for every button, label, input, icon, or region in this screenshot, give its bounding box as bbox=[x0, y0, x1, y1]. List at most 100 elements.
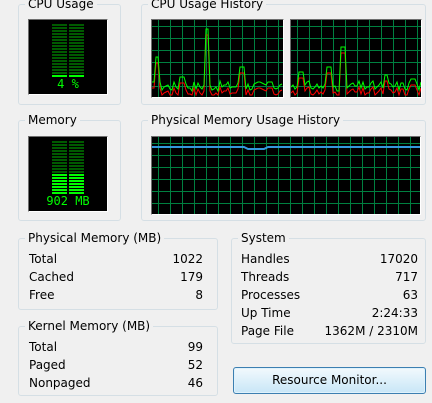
cpu-meter-segment bbox=[69, 48, 84, 50]
memory-meter-segment bbox=[52, 186, 67, 188]
cpu-meter-segment bbox=[52, 51, 67, 53]
memory-meter-segment bbox=[52, 165, 67, 167]
cpu-usage-group: CPU Usage 4 % bbox=[18, 0, 121, 105]
cpu-meter-segment bbox=[69, 63, 84, 65]
cpu-meter-segment bbox=[69, 30, 84, 32]
cpu-meter-segment bbox=[69, 72, 84, 74]
memory-meter-segment bbox=[52, 168, 67, 170]
cpu-meter-segment bbox=[52, 30, 67, 32]
memory-meter-segment bbox=[52, 171, 67, 173]
cpu-meter-segment bbox=[52, 33, 67, 35]
system-pagefile-row: Page File 1362M / 2310M bbox=[241, 322, 418, 340]
cpu-meter-segment bbox=[69, 42, 84, 44]
memory-meter-segment bbox=[69, 171, 84, 173]
memory-meter-segment bbox=[52, 180, 67, 182]
cpu-meter-segment bbox=[69, 57, 84, 59]
cpu-meter-segment bbox=[52, 57, 67, 59]
cpu-meter-segment bbox=[69, 60, 84, 62]
memory-meter-segment bbox=[69, 180, 84, 182]
memory-meter-segment bbox=[52, 162, 67, 164]
cpu-meter-segment bbox=[52, 39, 67, 41]
cpu-meter-segment bbox=[69, 45, 84, 47]
cpu-history-group: CPU Usage History bbox=[141, 0, 426, 105]
physical-total-value: 1022 bbox=[172, 252, 203, 266]
system-threads-value: 717 bbox=[395, 270, 418, 284]
kernel-total-value: 99 bbox=[187, 340, 203, 354]
memory-meter-segment bbox=[69, 162, 84, 164]
graph-grid bbox=[152, 137, 420, 214]
resource-monitor-button[interactable]: Resource Monitor... bbox=[233, 367, 426, 394]
physical-cached-label: Cached bbox=[29, 270, 74, 284]
physical-total-row: Total 1022 bbox=[29, 250, 203, 268]
cpu-meter-segment bbox=[52, 54, 67, 56]
kernel-paged-row: Paged 52 bbox=[29, 356, 203, 374]
physical-free-label: Free bbox=[29, 288, 55, 302]
memory-meter-segment bbox=[69, 186, 84, 188]
system-threads-label: Threads bbox=[241, 270, 290, 284]
system-processes-label: Processes bbox=[241, 288, 301, 302]
memory-meter-segment bbox=[52, 144, 67, 146]
memory-meter: 902 MB bbox=[28, 136, 108, 212]
cpu-meter-segment bbox=[52, 42, 67, 44]
kernel-total-row: Total 99 bbox=[29, 338, 203, 356]
memory-usage-line bbox=[152, 146, 420, 150]
memory-meter-segment bbox=[52, 156, 67, 158]
system-threads-row: Threads 717 bbox=[241, 268, 418, 286]
memory-meter-segment bbox=[52, 147, 67, 149]
kernel-memory-title: Kernel Memory (MB) bbox=[25, 318, 154, 334]
cpu-meter-segment bbox=[69, 66, 84, 68]
memory-meter-segment bbox=[69, 168, 84, 170]
system-handles-row: Handles 17020 bbox=[241, 250, 418, 268]
cpu-usage-title: CPU Usage bbox=[25, 0, 97, 12]
kernel-nonpaged-row: Nonpaged 46 bbox=[29, 374, 203, 392]
physical-memory-title: Physical Memory (MB) bbox=[25, 230, 165, 246]
cpu-meter-segment bbox=[52, 66, 67, 68]
system-processes-value: 63 bbox=[402, 288, 418, 302]
memory-meter-segment bbox=[69, 177, 84, 179]
kernel-nonpaged-label: Nonpaged bbox=[29, 376, 91, 390]
memory-meter-segment bbox=[69, 174, 84, 176]
memory-meter-segment bbox=[69, 153, 84, 155]
physical-cached-value: 179 bbox=[180, 270, 203, 284]
cpu-meter-segment bbox=[69, 39, 84, 41]
memory-history-group: Physical Memory Usage History bbox=[141, 112, 426, 221]
memory-meter-segment bbox=[52, 174, 67, 176]
kernel-paged-label: Paged bbox=[29, 358, 66, 372]
system-pagefile-label: Page File bbox=[241, 324, 294, 338]
memory-meter-segment bbox=[52, 150, 67, 152]
kernel-paged-value: 52 bbox=[187, 358, 203, 372]
memory-meter-segment bbox=[52, 177, 67, 179]
system-uptime-row: Up Time 2:24:33 bbox=[241, 304, 418, 322]
cpu-meter-segment bbox=[52, 63, 67, 65]
system-processes-row: Processes 63 bbox=[241, 286, 418, 304]
physical-total-label: Total bbox=[29, 252, 58, 266]
cpu-meter-segment bbox=[69, 69, 84, 71]
cpu-meter-segment bbox=[69, 24, 84, 26]
memory-meter-segment bbox=[69, 159, 84, 161]
cpu-usage-line bbox=[291, 46, 421, 92]
memory-history-graph bbox=[151, 136, 421, 215]
cpu-meter-segment bbox=[69, 36, 84, 38]
system-pagefile-value: 1362M / 2310M bbox=[324, 324, 418, 338]
cpu-meter-segment bbox=[52, 60, 67, 62]
cpu-meter-segment bbox=[52, 24, 67, 26]
cpu-meter-segment bbox=[69, 33, 84, 35]
cpu-history-title: CPU Usage History bbox=[148, 0, 267, 12]
kernel-total-label: Total bbox=[29, 340, 58, 354]
cpu-meter-segment bbox=[52, 72, 67, 74]
cpu-history-graph-core2 bbox=[290, 19, 422, 98]
memory-title: Memory bbox=[25, 112, 80, 128]
memory-history-title: Physical Memory Usage History bbox=[148, 112, 344, 128]
cpu-meter-segment bbox=[52, 36, 67, 38]
graph-grid bbox=[152, 20, 283, 97]
cpu-meter-segment bbox=[69, 27, 84, 29]
system-handles-value: 17020 bbox=[379, 252, 418, 266]
memory-meter-segment bbox=[52, 159, 67, 161]
cpu-meter-segment bbox=[52, 48, 67, 50]
memory-meter-segment bbox=[69, 189, 84, 191]
cpu-usage-value: 4 % bbox=[57, 77, 79, 91]
physical-free-value: 8 bbox=[195, 288, 203, 302]
cpu-meter-segment bbox=[69, 54, 84, 56]
physical-free-row: Free 8 bbox=[29, 286, 203, 304]
cpu-meter-segment bbox=[52, 45, 67, 47]
